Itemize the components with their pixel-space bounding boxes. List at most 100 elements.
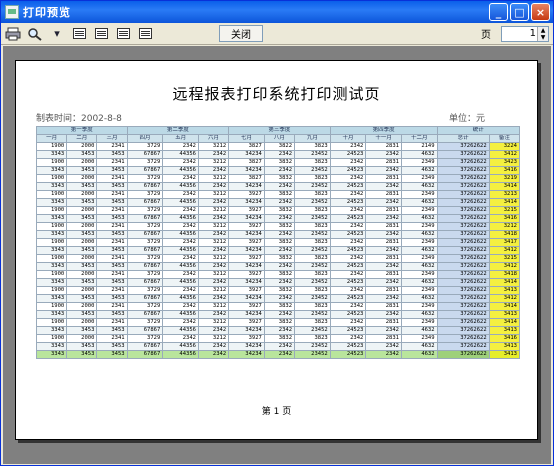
table-cell: 3414 bbox=[488, 278, 521, 287]
table-cell: 3832 bbox=[263, 334, 296, 343]
page-label: 页 bbox=[481, 30, 491, 41]
minimize-button[interactable]: _ bbox=[489, 3, 508, 21]
table-cell: 2349 bbox=[400, 158, 438, 167]
title-bar[interactable]: 打印预览 _ □ × bbox=[1, 1, 553, 23]
table-row: 3343 3453 3453 67867 44356 2342 34234 2342 23452… bbox=[35, 246, 521, 255]
table-cell: 44356 bbox=[162, 246, 199, 255]
table-cell: 3832 bbox=[263, 318, 296, 327]
table-cell: 2342 bbox=[329, 222, 367, 231]
table-cell: 37262622 bbox=[436, 222, 490, 231]
close-window-button[interactable]: × bbox=[531, 3, 550, 21]
table-cell: 3832 bbox=[263, 158, 296, 167]
table-cell: 37262622 bbox=[436, 190, 490, 199]
table-cell: 2342 bbox=[197, 350, 230, 359]
table-cell: 24523 bbox=[329, 326, 367, 335]
table-cell: 2831 bbox=[365, 238, 402, 247]
table-cell: 2342 bbox=[365, 326, 402, 335]
table-cell: 23452 bbox=[294, 310, 331, 319]
table-cell: 2831 bbox=[365, 174, 402, 183]
table-cell: 3212 bbox=[197, 238, 230, 247]
table-cell: 4632 bbox=[400, 262, 438, 271]
table-cell: 2831 bbox=[365, 158, 402, 167]
table-cell: 3212 bbox=[197, 222, 230, 231]
column-header: 三月 bbox=[96, 134, 128, 143]
table-cell: 44356 bbox=[162, 310, 199, 319]
table-cell: 1900 bbox=[35, 286, 68, 295]
app-icon bbox=[5, 5, 19, 19]
table-cell: 44356 bbox=[162, 182, 199, 191]
table-cell: 3414 bbox=[488, 318, 521, 327]
table-cell: 3729 bbox=[126, 254, 164, 263]
table-cell: 23452 bbox=[294, 294, 331, 303]
table-cell: 4632 bbox=[400, 310, 438, 319]
table-cell: 3832 bbox=[263, 302, 296, 311]
table-cell: 2000 bbox=[66, 270, 98, 279]
table-cell: 3414 bbox=[488, 182, 521, 191]
table-cell: 3215 bbox=[488, 254, 521, 263]
table-cell: 2342 bbox=[365, 342, 402, 351]
table-row: 1900 2000 2341 3729 2342 3212 3927 3832 3823 2342… bbox=[35, 318, 521, 327]
table-cell: 24523 bbox=[329, 230, 367, 239]
table-cell: 37262622 bbox=[436, 278, 490, 287]
table-cell: 3729 bbox=[126, 270, 164, 279]
table-cell: 24523 bbox=[329, 262, 367, 271]
chevron-down-icon[interactable]: ▾ bbox=[49, 27, 65, 41]
table-cell: 23452 bbox=[294, 230, 331, 239]
page-paper: 远程报表打印系统打印测试页 制表时间：2002-8-8 单位：元 第一季度 第二… bbox=[15, 60, 538, 440]
table-cell: 2342 bbox=[329, 190, 367, 199]
table-cell: 2831 bbox=[365, 286, 402, 295]
table-cell: 3822 bbox=[263, 142, 296, 151]
table-cell: 2349 bbox=[400, 318, 438, 327]
table-row: 3343 3453 3453 67867 44356 2342 34234 2342 23452… bbox=[35, 342, 521, 351]
table-cell: 2342 bbox=[162, 206, 199, 215]
table-cell: 4632 bbox=[400, 294, 438, 303]
table-cell: 44356 bbox=[162, 198, 199, 207]
page-number-value[interactable]: 1 bbox=[530, 28, 536, 39]
page-grid-icon[interactable] bbox=[137, 27, 153, 41]
table-cell: 3343 bbox=[35, 150, 68, 159]
table-cell: 2342 bbox=[197, 230, 230, 239]
table-cell: 2341 bbox=[96, 238, 128, 247]
table-cell: 3453 bbox=[66, 230, 98, 239]
table-cell: 2342 bbox=[263, 342, 296, 351]
preview-canvas[interactable]: 远程报表打印系统打印测试页 制表时间：2002-8-8 单位：元 第一季度 第二… bbox=[3, 46, 551, 464]
table-cell: 2831 bbox=[365, 302, 402, 311]
table-cell: 3416 bbox=[488, 166, 521, 175]
page-spinner[interactable]: 1 ▲ ▼ bbox=[501, 25, 549, 42]
table-cell: 44356 bbox=[162, 150, 199, 159]
table-cell: 44356 bbox=[162, 166, 199, 175]
table-cell: 2831 bbox=[365, 142, 402, 151]
column-header: 五月 bbox=[162, 134, 199, 143]
zoom-icon[interactable] bbox=[27, 27, 43, 41]
page-double-icon[interactable] bbox=[93, 27, 109, 41]
table-cell: 34234 bbox=[228, 166, 265, 175]
table-cell: 37262622 bbox=[436, 342, 490, 351]
table-cell: 44356 bbox=[162, 262, 199, 271]
table-cell: 44356 bbox=[162, 214, 199, 223]
column-header: 十月 bbox=[329, 134, 367, 143]
maximize-button[interactable]: □ bbox=[510, 3, 529, 21]
print-icon[interactable] bbox=[5, 27, 21, 41]
table-cell: 3212 bbox=[197, 286, 230, 295]
column-header: 七月 bbox=[228, 134, 265, 143]
table-cell: 3413 bbox=[488, 326, 521, 335]
page-single-icon[interactable] bbox=[71, 27, 87, 41]
page-multi-icon[interactable] bbox=[115, 27, 131, 41]
table-row: 3343 3453 3453 67867 44356 2342 34234 2342 23452… bbox=[35, 262, 521, 271]
table-cell: 4632 bbox=[400, 230, 438, 239]
table-cell: 2000 bbox=[66, 206, 98, 215]
close-button[interactable]: 关闭 bbox=[219, 25, 263, 42]
table-row: 1900 2000 2341 3729 2342 3212 3927 3832 3823 2342… bbox=[35, 334, 521, 343]
table-cell: 24523 bbox=[329, 150, 367, 159]
table-cell: 2342 bbox=[329, 254, 367, 263]
table-cell: 2342 bbox=[263, 310, 296, 319]
table-cell: 3343 bbox=[35, 230, 68, 239]
table-cell: 2831 bbox=[365, 222, 402, 231]
table-cell: 3827 bbox=[228, 158, 265, 167]
table-cell: 3416 bbox=[488, 334, 521, 343]
spinner-arrows-icon[interactable]: ▲ ▼ bbox=[537, 26, 548, 41]
table-cell: 34234 bbox=[228, 278, 265, 287]
table-cell: 34234 bbox=[228, 198, 265, 207]
table-cell: 3212 bbox=[197, 302, 230, 311]
column-header: 六月 bbox=[197, 134, 230, 143]
